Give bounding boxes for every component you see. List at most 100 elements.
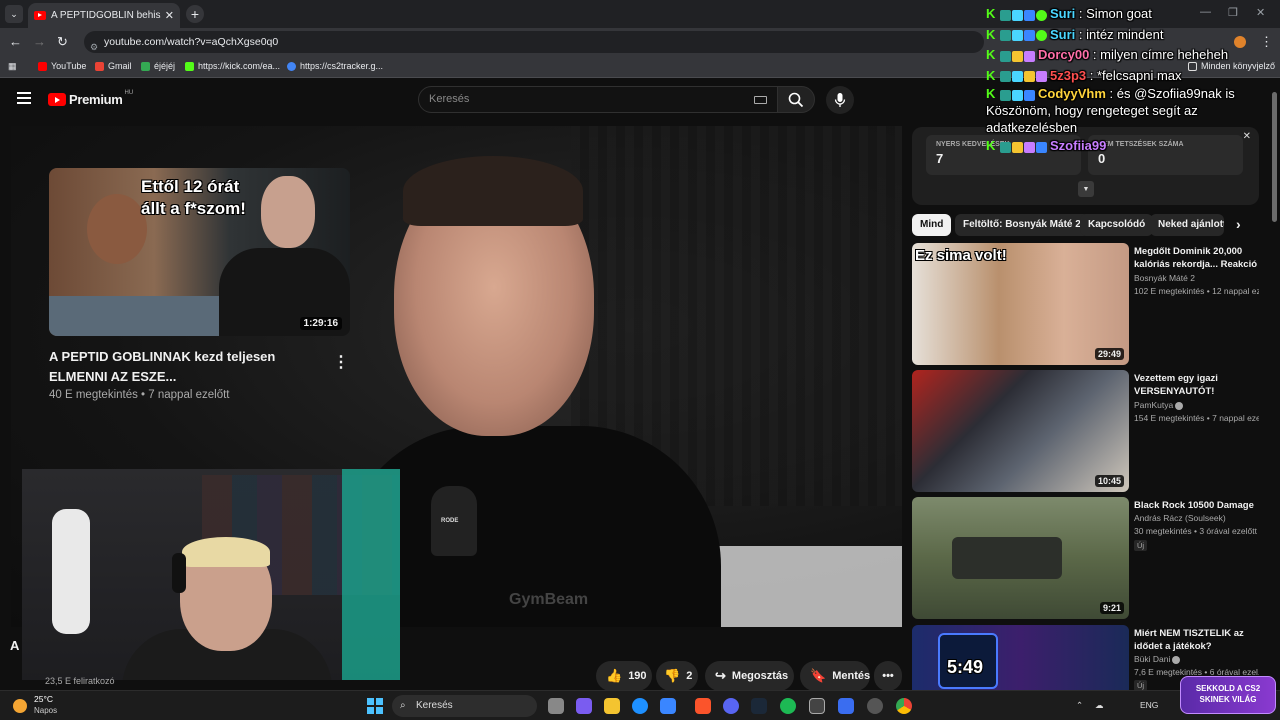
apps-grid-icon[interactable]: ▦ (8, 61, 17, 72)
search-input[interactable]: Keresés (418, 86, 778, 113)
chrome-icon[interactable] (896, 698, 912, 714)
bookmark-youtube[interactable]: YouTube (38, 61, 86, 71)
video-duration: 1:29:16 (299, 317, 342, 330)
end-screen-thumbnail[interactable]: Ettől 12 órát állt a f*szom! 1:29:16 (49, 168, 350, 336)
tower-fan (52, 509, 90, 634)
rec-title[interactable]: Vezettem egy igazi VERSENYAUTÓT! (1134, 372, 1259, 398)
tank-shape (952, 537, 1062, 579)
headphones (172, 553, 186, 593)
spotify-icon[interactable] (780, 698, 796, 714)
rec-channel[interactable]: PamKutya (1134, 400, 1184, 410)
obs-icon[interactable] (867, 698, 883, 714)
discord-icon[interactable] (723, 698, 739, 714)
more-options-icon[interactable]: ⋮ (333, 352, 349, 372)
chip-recommended[interactable]: Neked ajánlott (1150, 214, 1224, 236)
weather-description: Napos (34, 706, 58, 715)
bookmark-gmail[interactable]: Gmail (95, 61, 132, 71)
more-icon: ••• (882, 670, 894, 682)
background-desk (701, 546, 902, 627)
video-duration: 10:45 (1094, 475, 1124, 487)
steam-icon[interactable] (751, 698, 767, 714)
bookmark-3[interactable]: éjéjéj (141, 61, 175, 71)
brave-icon[interactable] (695, 698, 711, 714)
reload-icon[interactable]: ↻ (57, 34, 68, 50)
task-view-icon[interactable] (548, 698, 564, 714)
chat-message: K Suri : Simon goat (986, 4, 1276, 25)
end-screen-meta: 40 E megtekintés • 7 nappal ezelőtt (49, 389, 230, 401)
kick-icon: K (986, 26, 996, 42)
keyboard-icon[interactable] (754, 96, 767, 104)
save-button[interactable]: 🔖 Mentés (800, 661, 870, 691)
chip-all[interactable]: Mind (912, 214, 952, 236)
bookmark-icon: 🔖 (810, 668, 827, 683)
chat-badges (1000, 66, 1048, 86)
chat-badges (1000, 137, 1048, 157)
rec-thumbnail[interactable]: 5:49 (912, 625, 1129, 690)
search-icon: ⌕ (400, 700, 406, 711)
shirt-logo: GymBeam (509, 591, 589, 608)
chip-uploader[interactable]: Feltöltő: Bosnyák Máté 2 (955, 214, 1089, 236)
microphone-icon (834, 93, 846, 107)
rec-meta: 154 E megtekintés • 7 nappal eze... (1134, 413, 1259, 423)
bookmark-icon (141, 61, 150, 71)
end-screen-title[interactable]: A PEPTID GOBLINNAK kezd teljesen ELMENNI… (49, 347, 299, 387)
cloud-icon[interactable]: ☁ (1095, 700, 1104, 711)
site-info-icon[interactable]: ⚙ (90, 36, 98, 58)
edge-icon[interactable] (632, 698, 648, 714)
file-explorer-icon[interactable] (604, 698, 620, 714)
thumbs-down-icon: 👎 (664, 668, 681, 683)
kick-icon: K (986, 47, 996, 63)
tray-expand-icon[interactable]: ⌃ (1076, 700, 1083, 711)
taskbar-search[interactable]: ⌕ Keresés (392, 695, 537, 717)
stream-chat-overlay: K Suri : Simon goat K Suri : intéz mindent… (986, 4, 1276, 157)
app-icon[interactable] (809, 698, 825, 714)
forward-icon[interactable]: → (33, 34, 46, 49)
rec-title[interactable]: Megdőlt Dominik 20,000 kalóriás rekordja… (1134, 245, 1259, 271)
app-icon[interactable] (838, 698, 854, 714)
bookmark-kick[interactable]: https://kick.com/ea... (185, 61, 280, 71)
kick-icon: K (986, 138, 996, 154)
rec-item[interactable]: Ez sima volt! 29:49 Megdőlt Dominik 20,0… (912, 243, 1272, 365)
language-indicator[interactable]: ENG (1140, 700, 1158, 710)
bookmark-cs2tracker[interactable]: https://cs2tracker.g... (287, 61, 383, 71)
rec-channel[interactable]: András Rácz (Soulseek) (1134, 513, 1226, 523)
search-button[interactable] (777, 86, 815, 113)
rec-channel[interactable]: Büki Dani (1134, 654, 1181, 664)
tab-search-icon[interactable]: ⌄ (5, 5, 23, 23)
rec-thumbnail[interactable]: 10:45 (912, 370, 1129, 492)
copilot-icon[interactable] (576, 698, 592, 714)
store-icon[interactable] (660, 698, 676, 714)
url-text: youtube.com/watch?v=aQchXgse0q0 (104, 36, 279, 48)
new-badge: Új (1134, 540, 1148, 551)
rec-title[interactable]: Black Rock 10500 Damage (1134, 499, 1259, 512)
kick-icon: K (986, 67, 996, 83)
like-button[interactable]: 👍 190 (596, 661, 652, 691)
rec-title[interactable]: Miért NEM TISZTELIK az idődet a játékok? (1134, 627, 1259, 653)
share-button[interactable]: ↪ Megosztás (705, 661, 794, 691)
rec-thumbnail[interactable]: Ez sima volt! 29:49 (912, 243, 1129, 365)
rec-item[interactable]: 9:21 Black Rock 10500 Damage András Rácz… (912, 497, 1272, 619)
tab-active[interactable]: A PEPTIDGOBLIN behisztizett R... ✕ (28, 3, 180, 28)
rec-channel[interactable]: Bosnyák Máté 2 (1134, 273, 1195, 283)
rec-item[interactable]: 10:45 Vezettem egy igazi VERSENYAUTÓT! P… (912, 370, 1272, 492)
rec-thumbnail[interactable]: 9:21 (912, 497, 1129, 619)
dislike-button[interactable]: 👎 2 (656, 661, 698, 691)
address-bar[interactable]: ⚙ youtube.com/watch?v=aQchXgse0q0 (84, 31, 984, 53)
chevron-right-icon[interactable]: › (1236, 216, 1241, 232)
sun-icon[interactable] (13, 699, 27, 713)
menu-icon[interactable] (17, 92, 31, 104)
chip-related[interactable]: Kapcsolódó (1080, 214, 1154, 236)
back-icon[interactable]: ← (9, 34, 22, 49)
chevron-down-icon[interactable]: ▼ (1078, 181, 1094, 197)
subscriber-count: 23,5 E feliratkozó (45, 676, 115, 686)
thumbnail-caption: 5:49 (947, 657, 984, 677)
more-actions-button[interactable]: ••• (874, 661, 902, 691)
weather-temperature[interactable]: 25°C (34, 694, 53, 704)
tab-close-icon[interactable]: ✕ (165, 9, 174, 22)
start-menu-icon[interactable] (367, 698, 383, 714)
voice-search-button[interactable] (826, 86, 854, 114)
youtube-premium-logo[interactable]: Premium HU (48, 90, 133, 107)
video-duration: 29:49 (1094, 348, 1124, 360)
new-tab-icon[interactable]: + (186, 5, 204, 23)
chat-message: K Suri : intéz mindent (986, 25, 1276, 46)
